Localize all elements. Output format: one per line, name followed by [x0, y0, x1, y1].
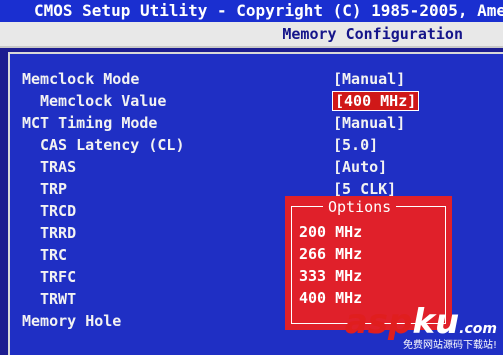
setting-label: TRFC — [40, 268, 77, 286]
option-item[interactable]: 200 MHz — [299, 222, 362, 242]
watermark-subtitle: 免费网站源码下载站! — [402, 340, 497, 351]
watermark-suffix: .com — [459, 321, 497, 337]
setting-value[interactable]: [Auto] — [333, 156, 387, 178]
setting-label: TRRD — [40, 224, 77, 242]
setting-label: Memory Hole — [22, 312, 122, 330]
setting-value[interactable]: [Manual] — [333, 68, 405, 90]
setting-value-selected[interactable]: [400 MHz] — [331, 91, 420, 111]
setting-value[interactable]: [5.0] — [333, 134, 378, 156]
bios-title: CMOS Setup Utility - Copyright (C) 1985-… — [34, 1, 503, 20]
section-header-bar: Memory Configuration — [0, 22, 503, 48]
setting-row-cas-latency[interactable]: CAS Latency (CL) [5.0] — [10, 134, 503, 156]
setting-row-tras[interactable]: TRAS [Auto] — [10, 156, 503, 178]
setting-row-memclock-value[interactable]: Memclock Value [400 MHz] — [10, 90, 503, 112]
setting-label: CAS Latency (CL) — [40, 136, 185, 154]
setting-label: Memclock Value — [40, 92, 167, 110]
setting-row-mct-timing-mode[interactable]: MCT Timing Mode [Manual] — [10, 112, 503, 134]
option-item[interactable]: 266 MHz — [299, 244, 362, 264]
setting-label: TRC — [40, 246, 68, 264]
setting-label: MCT Timing Mode — [22, 114, 158, 132]
setting-label: TRAS — [40, 158, 77, 176]
section-title: Memory Configuration — [282, 25, 463, 43]
option-item[interactable]: 333 MHz — [299, 266, 362, 286]
bios-title-bar: CMOS Setup Utility - Copyright (C) 1985-… — [0, 0, 503, 22]
setting-label: Memclock Mode — [22, 70, 140, 88]
setting-label: TRCD — [40, 202, 77, 220]
setting-label: TRWT — [40, 290, 77, 308]
setting-row-memclock-mode[interactable]: Memclock Mode [Manual] — [10, 68, 503, 90]
watermark-logo: aspku.com 免费网站源码下载站! — [327, 305, 497, 351]
setting-label: TRP — [40, 180, 68, 198]
options-title: Options — [323, 198, 397, 216]
setting-value[interactable]: [Manual] — [333, 112, 405, 134]
